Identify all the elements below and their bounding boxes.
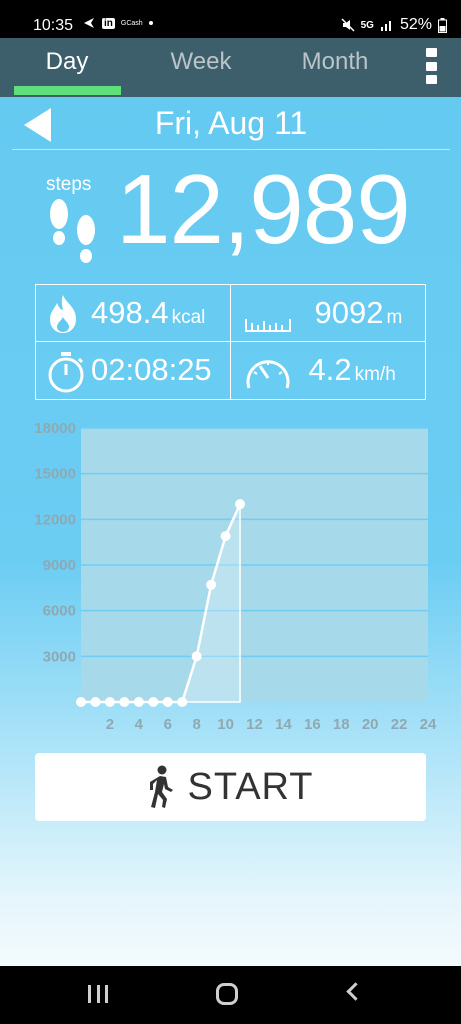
tab-day[interactable]: Day xyxy=(0,48,134,76)
active-tab-indicator xyxy=(14,86,121,95)
steps-chart-svg: 3000600090001200015000180002 4 6 8 10 12 14 16 1… xyxy=(34,420,437,733)
walking-person-icon xyxy=(150,765,174,808)
calories-value-group: 498.4 kcal xyxy=(91,295,205,331)
chart-data-point xyxy=(162,697,173,707)
stopwatch-icon xyxy=(48,352,84,393)
recent-apps-icon[interactable] xyxy=(88,985,108,1003)
start-button-label: START xyxy=(187,765,314,808)
x-tick-label: 14 xyxy=(275,716,292,733)
home-icon[interactable] xyxy=(216,983,238,1005)
duration-cell: 02:08:25 xyxy=(36,342,231,399)
x-tick-label: 2 xyxy=(106,716,114,733)
speed-unit: km/h xyxy=(354,364,396,385)
chart-data-point xyxy=(235,499,246,510)
x-tick-label: 18 xyxy=(333,716,350,733)
chart-data-point xyxy=(76,697,86,707)
signal-icon xyxy=(380,21,391,31)
steps-label: steps xyxy=(46,174,92,195)
distance-value: 9092 xyxy=(314,295,384,330)
y-tick-label: 3000 xyxy=(43,648,76,665)
status-bar: 10:35 in GCash 5G 52% xyxy=(0,0,461,38)
x-tick-label: 8 xyxy=(192,716,200,733)
footprints-icon xyxy=(50,199,95,263)
chart-data-point xyxy=(133,697,144,707)
system-icons: 5G 52% xyxy=(341,16,447,34)
x-tick-label: 16 xyxy=(304,716,321,733)
speed-value-group: 4.2 km/h xyxy=(309,352,396,388)
linkedin-icon: in xyxy=(102,17,115,29)
chart-data-point xyxy=(206,579,217,590)
x-tick-label: 20 xyxy=(362,716,379,733)
chart-data-point xyxy=(220,531,231,542)
y-tick-label: 18000 xyxy=(34,420,76,437)
distance-cell: 9092 m xyxy=(230,285,425,342)
airplane-icon xyxy=(84,18,94,28)
tab-week[interactable]: Week xyxy=(134,48,268,76)
calories-unit: kcal xyxy=(171,307,206,328)
stats-grid: 498.4 kcal 9092 m 02:08:25 4.2 km/h xyxy=(35,284,426,400)
start-button[interactable]: START xyxy=(35,753,426,821)
tab-month[interactable]: Month xyxy=(268,48,402,76)
ruler-icon xyxy=(244,319,291,332)
calories-value: 498.4 xyxy=(91,295,169,330)
chart-data-point xyxy=(191,651,202,662)
chart-data-point xyxy=(148,697,159,707)
notification-icons: in GCash xyxy=(82,16,153,30)
flame-icon xyxy=(50,295,76,333)
steps-count: 12,989 xyxy=(116,154,411,264)
y-tick-label: 9000 xyxy=(43,557,76,574)
tab-bar: Day Week Month xyxy=(0,38,461,97)
mute-icon xyxy=(341,18,355,32)
battery-icon xyxy=(438,17,447,33)
battery-percent: 52% xyxy=(399,16,432,33)
chart-data-point xyxy=(119,697,130,707)
speed-value: 4.2 xyxy=(308,352,352,387)
y-tick-label: 6000 xyxy=(43,603,76,620)
status-time: 10:35 xyxy=(33,17,74,34)
overflow-menu-icon[interactable] xyxy=(426,48,440,84)
calories-cell: 498.4 kcal xyxy=(36,285,231,342)
chart-data-point xyxy=(104,697,115,707)
duration-value: 02:08:25 xyxy=(91,352,212,387)
x-tick-label: 4 xyxy=(135,716,144,733)
x-tick-label: 10 xyxy=(217,716,234,733)
more-notifications-icon xyxy=(148,21,153,25)
y-tick-label: 12000 xyxy=(34,511,76,528)
chart-data-point xyxy=(90,697,101,707)
x-tick-label: 12 xyxy=(246,716,263,733)
steps-chart: 3000 6000 9000 12000 15000 18000 2 4 6 8 10 12 14 16 1… xyxy=(0,415,461,740)
chart-data-point xyxy=(177,697,188,707)
distance-value-group: 9092 m xyxy=(315,295,403,331)
x-tick-label: 22 xyxy=(391,716,408,733)
x-tick-label: 6 xyxy=(164,716,172,733)
network-type-icon: 5G xyxy=(360,19,374,31)
y-tick-label: 15000 xyxy=(34,466,76,483)
speed-cell: 4.2 km/h xyxy=(231,342,426,399)
date-navigator: Fri, Aug 11 xyxy=(12,100,450,150)
system-nav-bar xyxy=(0,966,461,1024)
date-label: Fri, Aug 11 xyxy=(154,105,308,141)
gcash-label: GCash xyxy=(120,19,143,27)
speedometer-icon xyxy=(246,360,289,389)
x-tick-label: 24 xyxy=(420,716,437,733)
back-icon[interactable] xyxy=(346,982,365,1001)
distance-unit: m xyxy=(386,307,403,328)
